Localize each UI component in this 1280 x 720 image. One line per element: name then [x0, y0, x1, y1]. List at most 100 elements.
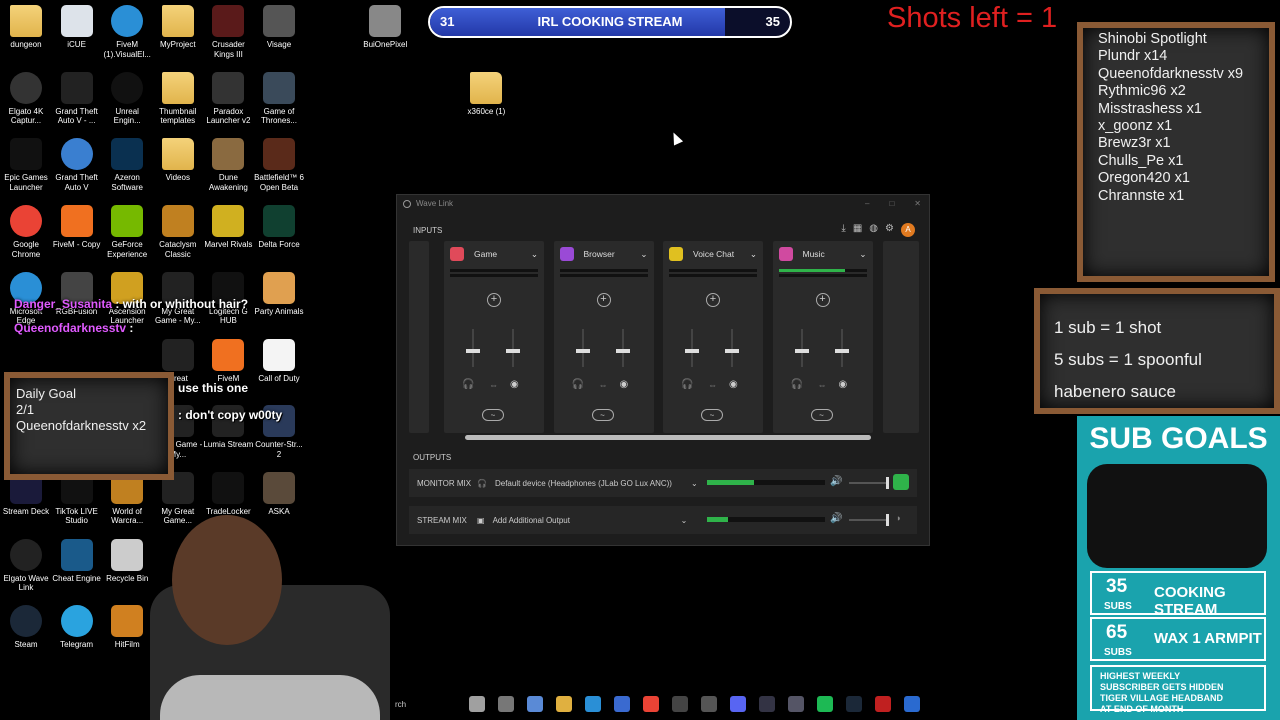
stream-fader[interactable] — [615, 329, 630, 367]
headphones-icon[interactable]: 🎧 — [681, 379, 693, 390]
desktop-icon[interactable]: HitFilm — [101, 605, 153, 650]
monitor-fader[interactable] — [685, 329, 699, 367]
desktop-icon[interactable]: Crusader Kings III — [202, 5, 254, 59]
link-icon[interactable]: ⇔ — [489, 380, 498, 390]
monitor-ear-icon[interactable] — [893, 474, 909, 490]
desktop-icon[interactable]: Videos — [152, 138, 204, 183]
desktop-icon[interactable]: Google Chrome — [0, 205, 52, 259]
desktop-icon[interactable]: Grand Theft Auto V - ... — [51, 71, 103, 126]
desktop-icon[interactable]: Game of Thrones... — [253, 71, 305, 126]
wave-link-window[interactable]: Wave Link – □ ✕ INPUTS ⤓ ▦ ◍ ⚙ A Game ⌄ + 🎧… — [396, 194, 930, 546]
desktop-icon[interactable]: dungeon — [0, 5, 52, 50]
broadcast-icon[interactable]: ◉ — [839, 379, 848, 390]
stream-volume-slider[interactable] — [849, 514, 889, 526]
stream-fader[interactable] — [725, 329, 739, 367]
minimize-button[interactable]: – — [865, 199, 869, 208]
headphones-icon[interactable]: 🎧 — [572, 379, 584, 390]
broadcast-icon[interactable]: ◉ — [620, 379, 629, 390]
taskbar-camera-icon[interactable] — [672, 696, 688, 712]
chevron-down-icon[interactable]: ⌄ — [691, 479, 698, 488]
stream-ear-icon[interactable]: ◗ — [896, 513, 901, 523]
add-plugin-button[interactable]: + — [487, 293, 501, 307]
taskbar-app-icon[interactable] — [788, 696, 804, 712]
taskbar-app-icon[interactable] — [701, 696, 717, 712]
stream-volume-icon[interactable]: 🔊 — [830, 513, 842, 524]
desktop-icon[interactable]: MyProject — [152, 5, 204, 50]
desktop-icon[interactable]: iCUE — [51, 5, 103, 50]
chevron-down-icon[interactable]: ⌄ — [640, 249, 647, 260]
desktop-icon[interactable]: Unreal Engin... — [101, 71, 153, 126]
desktop-icon[interactable]: Recycle Bin — [101, 538, 153, 584]
effects-button[interactable]: ~ — [482, 409, 504, 421]
headphones-icon[interactable]: 🎧 — [791, 379, 803, 390]
monitor-fader[interactable] — [575, 329, 590, 367]
add-plugin-button[interactable]: + — [815, 293, 830, 307]
marketplace-icon[interactable]: ▦ — [853, 223, 862, 237]
desktop-icon[interactable]: Paradox Launcher v2 — [202, 71, 254, 126]
desktop-icon[interactable]: Azeron Software — [101, 138, 153, 192]
desktop-icon[interactable]: Call of Duty — [253, 338, 305, 384]
desktop-icon[interactable]: x360ce (1) — [460, 71, 512, 117]
desktop-icon[interactable]: Cheat Engine — [51, 538, 103, 584]
download-icon[interactable]: ⤓ — [841, 223, 845, 237]
desktop-icon[interactable]: TradeLocker — [202, 471, 254, 517]
taskbar-spotify-icon[interactable] — [817, 696, 833, 712]
effects-button[interactable]: ~ — [591, 409, 614, 421]
desktop-icon[interactable]: Marvel Rivals — [202, 205, 254, 250]
stream-output-select[interactable]: Add Additional Output — [493, 516, 681, 525]
taskbar-app-icon[interactable] — [904, 696, 920, 712]
taskbar-task-view-icon[interactable] — [498, 696, 514, 712]
link-icon[interactable]: ⇔ — [599, 380, 608, 390]
desktop-icon[interactable]: FiveM (1).VisualEl... — [101, 5, 153, 59]
desktop-icon[interactable]: Elgato 4K Captur... — [0, 71, 52, 126]
desktop-icon[interactable]: Visage — [253, 5, 305, 50]
maximize-button[interactable]: □ — [889, 199, 894, 208]
settings-gear-icon[interactable]: ⚙ — [885, 223, 894, 237]
monitor-fader[interactable] — [794, 329, 809, 367]
taskbar-edge-icon[interactable] — [585, 696, 601, 712]
channel-strip[interactable]: Game ⌄ + 🎧 ⇔ ◉ ~ — [444, 241, 544, 433]
desktop-icon[interactable]: Thumbnail templates — [152, 71, 204, 126]
taskbar-browser-icon[interactable] — [469, 696, 485, 712]
monitor-fader[interactable] — [466, 329, 480, 367]
channel-strip[interactable]: Browser ⌄ + 🎧 ⇔ ◉ ~ — [553, 241, 654, 433]
desktop-icon[interactable]: Delta Force — [253, 205, 305, 250]
desktop-icon[interactable]: FiveM - Copy — [51, 205, 103, 250]
link-icon[interactable]: ⇔ — [818, 380, 827, 390]
taskbar-search[interactable]: rch — [395, 700, 463, 709]
stream-fader[interactable] — [834, 329, 849, 367]
taskbar-app-icon[interactable] — [875, 696, 891, 712]
channel-strip[interactable]: Voice Chat ⌄ + 🎧 ⇔ ◉ ~ — [663, 241, 763, 433]
desktop-icon[interactable]: Party Animals — [253, 271, 305, 317]
profile-avatar[interactable]: A — [901, 223, 915, 237]
channel-strip[interactable]: Music ⌄ + 🎧 ⇔ ◉ ~ — [772, 241, 873, 433]
close-button[interactable]: ✕ — [914, 199, 921, 208]
chevron-down-icon[interactable]: ⌄ — [681, 516, 688, 525]
taskbar-chrome-icon[interactable] — [643, 696, 659, 712]
taskbar-elgato-icon[interactable] — [759, 696, 775, 712]
horizontal-scrollbar[interactable] — [465, 435, 871, 440]
taskbar-store-icon[interactable] — [614, 696, 630, 712]
desktop-icon[interactable]: Grand Theft Auto V — [51, 138, 103, 192]
desktop-icon[interactable]: GeForce Experience — [101, 205, 153, 259]
taskbar-copilot-icon[interactable] — [527, 696, 543, 712]
broadcast-icon[interactable]: ◉ — [729, 379, 738, 390]
desktop-icon[interactable]: BuiOnePixel — [359, 5, 411, 50]
monitor-volume-slider[interactable] — [849, 477, 889, 489]
mixer-icon[interactable]: ◍ — [869, 223, 878, 237]
headphones-icon[interactable]: 🎧 — [462, 379, 474, 390]
add-channel-strip[interactable] — [883, 241, 919, 433]
stream-fader[interactable] — [506, 329, 520, 367]
taskbar-discord-icon[interactable] — [730, 696, 746, 712]
broadcast-icon[interactable]: ◉ — [510, 379, 519, 390]
add-plugin-button[interactable]: + — [706, 293, 720, 307]
monitor-volume-icon[interactable]: 🔊 — [830, 476, 842, 487]
title-bar[interactable]: Wave Link – □ ✕ — [397, 195, 929, 212]
desktop-icon[interactable]: Dune Awakening — [202, 138, 254, 192]
desktop-icon[interactable]: Cataclysm Classic — [152, 205, 204, 259]
monitor-device-select[interactable]: Default device (Headphones (JLab GO Lux … — [495, 479, 691, 488]
desktop-icon[interactable]: Epic Games Launcher — [0, 138, 52, 192]
desktop-icon[interactable]: Elgato Wave Link — [0, 538, 52, 593]
chevron-down-icon[interactable]: ⌄ — [859, 249, 866, 260]
add-plugin-button[interactable]: + — [596, 293, 611, 307]
